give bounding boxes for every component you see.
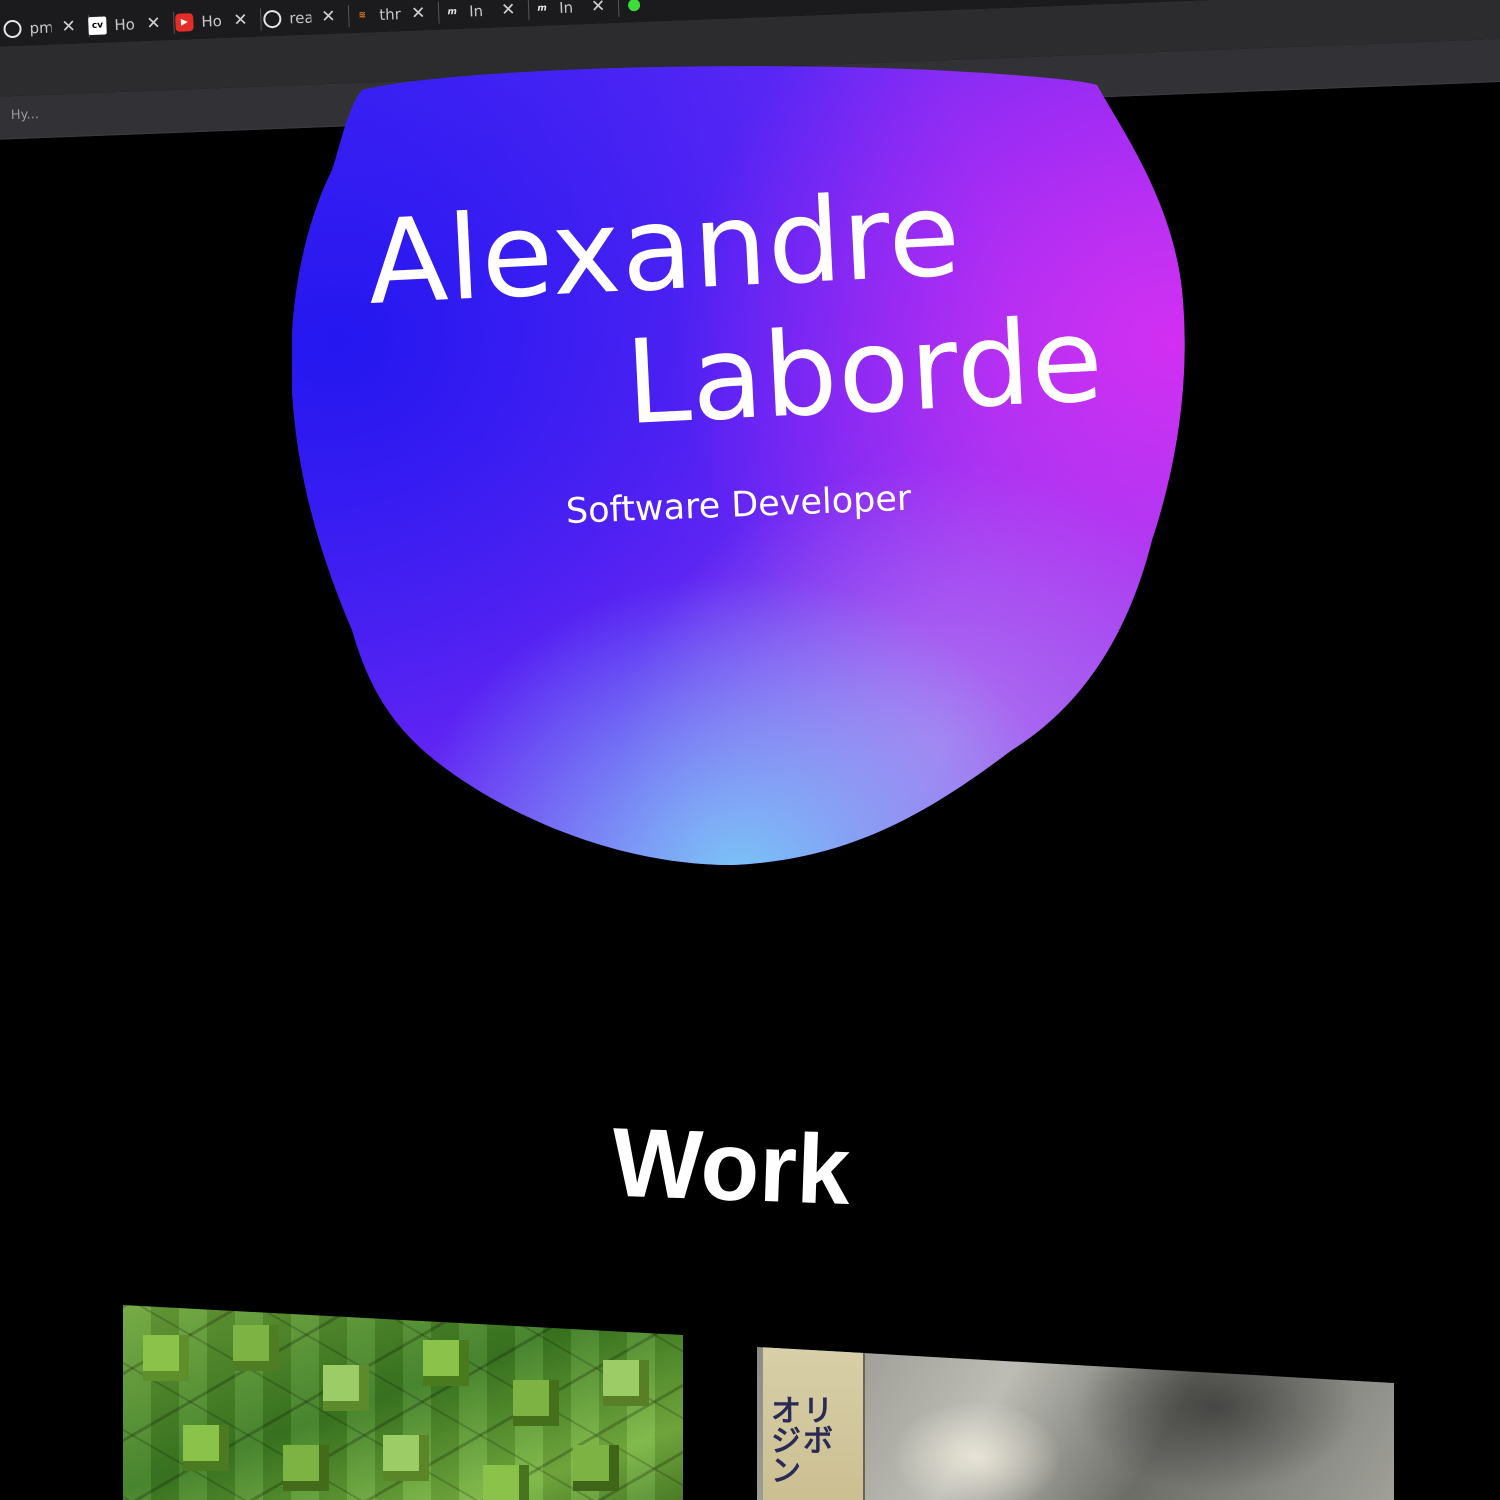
cube-tile: [283, 1445, 329, 1491]
tab-1[interactable]: pm ✕: [3, 12, 91, 45]
cube-tile: [513, 1380, 559, 1426]
project-card-2[interactable]: オリジボン: [757, 1347, 1394, 1500]
tab-title: pm: [29, 18, 52, 38]
stackoverflow-icon: ≋: [358, 10, 367, 21]
cube-tile: [183, 1425, 229, 1471]
album-cover-image: オリジボン: [757, 1347, 1394, 1500]
tab-6[interactable]: m In ✕: [443, 0, 530, 27]
youtube-icon: ▶: [175, 13, 194, 32]
cube-tile: [483, 1465, 529, 1500]
browser-window: pm ✕ cv Ho ✕ ▶ Ho ✕ rea ✕ ≋ thr ✕ m In ✕…: [0, 0, 1500, 1500]
github-icon: [3, 19, 22, 39]
github-icon: [263, 9, 282, 29]
bookmark-item[interactable]: Hy...: [11, 107, 40, 123]
tab-5[interactable]: ≋ thr ✕: [353, 0, 440, 31]
tab-title: In: [468, 1, 484, 21]
tab-separator: [348, 5, 350, 28]
close-tab-icon[interactable]: ✕: [501, 0, 516, 20]
tab-2[interactable]: cv Ho ✕: [88, 8, 176, 41]
m-logo-icon: m: [447, 6, 458, 18]
close-tab-icon[interactable]: ✕: [411, 3, 426, 24]
tab-separator: [617, 0, 620, 17]
tab-separator: [527, 0, 530, 21]
tab-7[interactable]: m In ✕: [533, 0, 620, 24]
close-tab-icon[interactable]: ✕: [233, 10, 248, 31]
cover-text: オリジボン: [771, 1394, 835, 1489]
cv-icon: cv: [88, 16, 107, 36]
cube-tile: [323, 1365, 369, 1411]
tab-title: thr: [378, 5, 402, 24]
cube-tile: [233, 1325, 279, 1371]
close-tab-icon[interactable]: ✕: [591, 0, 606, 17]
project-card-1[interactable]: [123, 1305, 683, 1500]
tab-4[interactable]: rea ✕: [263, 2, 350, 35]
cube-tile: [423, 1340, 469, 1386]
tab-title: In: [558, 0, 574, 18]
tab-3[interactable]: ▶ Ho ✕: [175, 5, 263, 38]
cube-tile: [383, 1435, 429, 1481]
cube-tile: [603, 1360, 649, 1406]
tab-title: Ho: [201, 12, 223, 31]
green-dot-icon: [627, 0, 641, 12]
tab-separator: [438, 1, 440, 24]
tab-8[interactable]: [627, 0, 649, 20]
m-logo-icon: m: [537, 3, 548, 14]
hero-last-name: Laborde: [622, 292, 1107, 451]
green-cubes-image: [123, 1305, 683, 1500]
close-tab-icon[interactable]: ✕: [321, 7, 336, 28]
cube-tile: [143, 1335, 189, 1381]
work-section-title: Work: [610, 1107, 853, 1226]
cube-tile: [573, 1445, 619, 1491]
tab-separator: [260, 8, 263, 31]
close-tab-icon[interactable]: ✕: [146, 13, 161, 34]
tab-title: rea: [288, 8, 312, 28]
close-tab-icon[interactable]: ✕: [61, 17, 76, 38]
tab-title: Ho: [114, 15, 136, 35]
